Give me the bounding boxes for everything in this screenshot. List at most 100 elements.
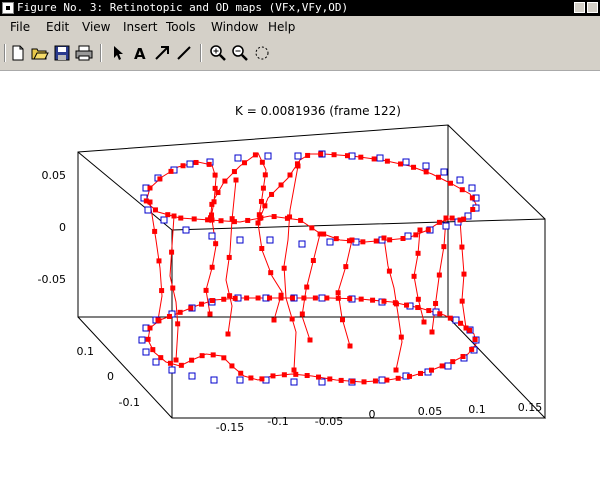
data-point-red — [152, 207, 158, 213]
data-point-blue — [456, 176, 464, 184]
toolbar-separator — [100, 44, 102, 62]
data-point-blue — [318, 294, 326, 302]
data-point-red — [259, 159, 265, 165]
data-point-red — [229, 216, 235, 222]
data-point-blue — [404, 232, 412, 240]
red-marker-layer — [143, 151, 478, 385]
data-point-red — [278, 182, 284, 188]
insert-line-icon[interactable] — [174, 42, 194, 64]
data-point-red — [156, 258, 162, 264]
data-point-blue — [402, 158, 410, 166]
menu-help[interactable]: Help — [268, 20, 295, 34]
data-point-red — [463, 325, 469, 331]
data-point-red — [268, 270, 274, 276]
data-point-red — [309, 225, 315, 231]
data-point-blue — [182, 226, 190, 234]
data-point-red — [443, 215, 449, 221]
data-point-red — [259, 246, 265, 252]
data-point-red — [461, 271, 467, 277]
data-point-red — [289, 295, 295, 301]
data-point-red — [262, 172, 268, 178]
figure-canvas[interactable]: K = 0.0081936 (frame 122) 0.05 0 -0.05 0… — [0, 70, 600, 487]
data-point-red — [415, 305, 421, 311]
open-file-icon[interactable] — [30, 42, 50, 64]
data-point-red — [199, 353, 205, 359]
data-point-red — [415, 250, 421, 256]
data-point-red — [171, 213, 177, 219]
menu-tools[interactable]: Tools — [166, 20, 196, 34]
data-point-red — [349, 237, 355, 243]
data-point-blue — [142, 348, 150, 356]
data-point-red — [293, 371, 299, 377]
data-point-red — [310, 258, 316, 264]
menu-view[interactable]: View — [82, 20, 110, 34]
toolbar: A — [0, 38, 600, 71]
zoom-out-icon[interactable] — [230, 42, 250, 64]
maximize-button[interactable] — [587, 2, 598, 13]
rotate-3d-icon[interactable] — [252, 42, 272, 64]
menu-window[interactable]: Window — [211, 20, 258, 34]
save-icon[interactable] — [52, 42, 72, 64]
data-point-blue — [468, 184, 476, 192]
data-point-red — [289, 316, 295, 322]
data-point-red — [199, 301, 205, 307]
new-figure-icon[interactable] — [8, 42, 28, 64]
data-point-red — [411, 164, 417, 170]
data-point-blue — [160, 216, 168, 224]
data-point-red — [147, 185, 153, 191]
data-point-red — [271, 317, 277, 323]
data-point-red — [209, 298, 215, 304]
data-point-red — [205, 217, 211, 223]
data-point-red — [242, 160, 248, 166]
data-point-red — [258, 198, 264, 204]
insert-text-icon[interactable]: A — [130, 42, 150, 64]
data-point-red — [335, 295, 341, 301]
data-point-red — [291, 367, 297, 373]
data-point-red — [168, 168, 174, 174]
x-tick-label: 0 — [369, 408, 376, 421]
data-point-red — [415, 296, 421, 302]
data-point-red — [459, 244, 465, 250]
zoom-in-icon[interactable] — [208, 42, 228, 64]
data-point-blue — [378, 376, 386, 384]
data-point-red — [333, 236, 339, 242]
insert-arrow-icon[interactable] — [152, 42, 172, 64]
data-point-red — [262, 203, 268, 209]
window-menu-icon[interactable] — [2, 2, 14, 14]
data-point-red — [278, 292, 284, 298]
menu-insert[interactable]: Insert — [123, 20, 157, 34]
data-point-red — [299, 311, 305, 317]
data-point-red — [203, 287, 209, 293]
data-point-red — [248, 375, 254, 381]
data-point-red — [358, 154, 364, 160]
data-point-blue — [440, 168, 448, 176]
data-point-red — [147, 199, 153, 205]
data-point-red — [304, 373, 310, 379]
data-point-red — [393, 301, 399, 307]
data-point-red — [244, 295, 250, 301]
data-point-red — [189, 357, 195, 363]
data-point-red — [472, 337, 478, 343]
minimize-button[interactable] — [574, 2, 585, 13]
data-point-red — [331, 152, 337, 158]
data-point-blue — [210, 376, 218, 384]
data-point-red — [429, 329, 435, 335]
data-point-red — [418, 370, 424, 376]
data-point-blue — [376, 154, 384, 162]
data-point-red — [305, 152, 311, 158]
plot-3d[interactable]: K = 0.0081936 (frame 122) 0.05 0 -0.05 0… — [0, 70, 600, 487]
data-point-red — [373, 238, 379, 244]
data-point-red — [206, 161, 212, 167]
data-point-red — [226, 254, 232, 260]
menu-edit[interactable]: Edit — [46, 20, 69, 34]
data-point-blue — [294, 152, 302, 160]
data-point-red — [398, 161, 404, 167]
menu-file[interactable]: File — [10, 20, 30, 34]
x-tick-label: -0.1 — [267, 415, 288, 428]
data-point-red — [317, 231, 323, 237]
data-point-red — [221, 355, 227, 361]
data-point-red — [413, 232, 419, 238]
edit-plot-arrow-icon[interactable] — [108, 42, 128, 64]
data-point-red — [441, 244, 447, 250]
print-icon[interactable] — [74, 42, 94, 64]
